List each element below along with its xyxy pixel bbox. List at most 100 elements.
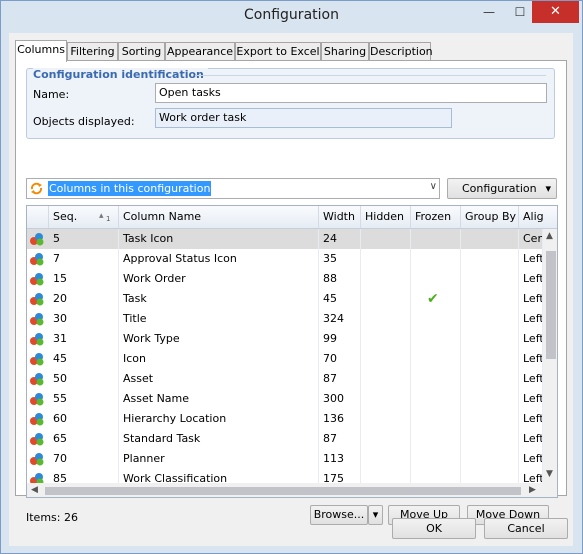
cell-seq[interactable]: 7 bbox=[49, 249, 119, 269]
cell-group-by[interactable] bbox=[461, 389, 519, 409]
cell-seq[interactable]: 70 bbox=[49, 449, 119, 469]
cell-column-name[interactable]: Task Icon bbox=[119, 229, 319, 249]
cell-width[interactable]: 300 bbox=[319, 389, 361, 409]
cell-group-by[interactable] bbox=[461, 349, 519, 369]
columns-grid[interactable]: Seq. ▴ 1 Column Name Width Hidden Frozen… bbox=[26, 205, 558, 498]
cell-seq[interactable]: 30 bbox=[49, 309, 119, 329]
cell-alignment[interactable]: Left bbox=[519, 389, 543, 409]
header-alignment[interactable]: Alig bbox=[519, 206, 557, 228]
cell-width[interactable]: 45 bbox=[319, 289, 361, 309]
close-button[interactable]: ✕ bbox=[532, 1, 579, 23]
cell-seq[interactable]: 60 bbox=[49, 409, 119, 429]
cell-seq[interactable]: 15 bbox=[49, 269, 119, 289]
ok-button[interactable]: OK bbox=[392, 518, 476, 539]
cancel-button[interactable]: Cancel bbox=[484, 518, 568, 539]
cell-hidden[interactable] bbox=[361, 249, 411, 269]
vertical-scroll-thumb[interactable] bbox=[546, 251, 556, 359]
table-row[interactable]: 45 Icon 70 Left bbox=[27, 349, 543, 369]
cell-alignment[interactable]: Left bbox=[519, 289, 543, 309]
cell-frozen[interactable] bbox=[411, 449, 461, 469]
cell-frozen[interactable] bbox=[411, 309, 461, 329]
tab-export-to-excel[interactable]: Export to Excel bbox=[235, 42, 321, 61]
horizontal-scroll-thumb[interactable] bbox=[45, 487, 521, 495]
cell-frozen[interactable] bbox=[411, 349, 461, 369]
table-row[interactable]: 50 Asset 87 Left bbox=[27, 369, 543, 389]
header-column-name[interactable]: Column Name bbox=[119, 206, 319, 228]
cell-column-name[interactable]: Work Type bbox=[119, 329, 319, 349]
cell-column-name[interactable]: Work Order bbox=[119, 269, 319, 289]
cell-hidden[interactable] bbox=[361, 389, 411, 409]
cell-alignment[interactable]: Left bbox=[519, 309, 543, 329]
title-bar[interactable]: Configuration — ☐ ✕ bbox=[1, 1, 582, 33]
cell-column-name[interactable]: Icon bbox=[119, 349, 319, 369]
cell-seq[interactable]: 31 bbox=[49, 329, 119, 349]
table-row[interactable]: 7 Approval Status Icon 35 Left bbox=[27, 249, 543, 269]
cell-group-by[interactable] bbox=[461, 309, 519, 329]
scroll-up-icon[interactable]: ▲ bbox=[546, 231, 553, 241]
cell-alignment[interactable]: Left bbox=[519, 409, 543, 429]
tab-filtering[interactable]: Filtering bbox=[67, 42, 118, 61]
cell-alignment[interactable]: Left bbox=[519, 329, 543, 349]
cell-seq[interactable]: 55 bbox=[49, 389, 119, 409]
configuration-combo[interactable]: Columns in this configuration ∨ bbox=[26, 178, 440, 199]
cell-frozen[interactable] bbox=[411, 369, 461, 389]
cell-alignment[interactable]: Left bbox=[519, 429, 543, 449]
cell-width[interactable]: 324 bbox=[319, 309, 361, 329]
cell-width[interactable]: 87 bbox=[319, 429, 361, 449]
table-row[interactable]: 70 Planner 113 Left bbox=[27, 449, 543, 469]
table-row[interactable]: 31 Work Type 99 Left bbox=[27, 329, 543, 349]
table-row[interactable]: 5Task Icon24 Cent bbox=[27, 229, 543, 249]
cell-frozen[interactable] bbox=[411, 249, 461, 269]
cell-width[interactable]: 136 bbox=[319, 409, 361, 429]
cell-group-by[interactable] bbox=[461, 409, 519, 429]
cell-group-by[interactable] bbox=[461, 369, 519, 389]
table-row[interactable]: 30 Title 324 Left bbox=[27, 309, 543, 329]
cell-hidden[interactable] bbox=[361, 269, 411, 289]
table-row[interactable]: 55 Asset Name 300 Left bbox=[27, 389, 543, 409]
cell-seq[interactable]: 45 bbox=[49, 349, 119, 369]
cell-hidden[interactable] bbox=[361, 409, 411, 429]
cell-column-name[interactable]: Asset bbox=[119, 369, 319, 389]
cell-group-by[interactable] bbox=[461, 329, 519, 349]
cell-frozen[interactable]: ✔ bbox=[411, 289, 461, 309]
tab-appearance[interactable]: Appearance bbox=[165, 42, 235, 61]
cell-hidden[interactable] bbox=[361, 369, 411, 389]
horizontal-scrollbar[interactable]: ◀ ▶ bbox=[27, 483, 543, 497]
cell-width[interactable]: 113 bbox=[319, 449, 361, 469]
cell-alignment[interactable]: Left bbox=[519, 269, 543, 289]
minimize-button[interactable]: — bbox=[475, 1, 503, 23]
cell-group-by[interactable] bbox=[461, 429, 519, 449]
tab-columns[interactable]: Columns bbox=[15, 40, 67, 62]
cell-alignment[interactable]: Left bbox=[519, 249, 543, 269]
cell-width[interactable]: 99 bbox=[319, 329, 361, 349]
cell-group-by[interactable] bbox=[461, 229, 519, 249]
cell-hidden[interactable] bbox=[361, 289, 411, 309]
cell-group-by[interactable] bbox=[461, 289, 519, 309]
cell-frozen[interactable] bbox=[411, 389, 461, 409]
table-row[interactable]: 15 Work Order 88 Left bbox=[27, 269, 543, 289]
cell-seq[interactable]: 5 bbox=[49, 229, 119, 249]
cell-seq[interactable]: 65 bbox=[49, 429, 119, 449]
browse-dropdown-button[interactable]: ▾ bbox=[368, 505, 383, 525]
cell-width[interactable]: 35 bbox=[319, 249, 361, 269]
scroll-down-icon[interactable]: ▼ bbox=[546, 469, 553, 479]
cell-column-name[interactable]: Standard Task bbox=[119, 429, 319, 449]
cell-seq[interactable]: 50 bbox=[49, 369, 119, 389]
chevron-down-icon[interactable]: ∨ bbox=[430, 181, 437, 192]
table-row[interactable]: 20 Task 45 ✔ Left bbox=[27, 289, 543, 309]
cell-alignment[interactable]: Left bbox=[519, 349, 543, 369]
tab-sorting[interactable]: Sorting bbox=[118, 42, 165, 61]
cell-frozen[interactable] bbox=[411, 429, 461, 449]
cell-column-name[interactable]: Task bbox=[119, 289, 319, 309]
cell-width[interactable]: 70 bbox=[319, 349, 361, 369]
cell-hidden[interactable] bbox=[361, 349, 411, 369]
cell-hidden[interactable] bbox=[361, 429, 411, 449]
cell-width[interactable]: 87 bbox=[319, 369, 361, 389]
vertical-scrollbar[interactable]: ▲ ▼ bbox=[543, 229, 557, 483]
browse-button[interactable]: Browse... bbox=[310, 505, 368, 525]
cell-column-name[interactable]: Approval Status Icon bbox=[119, 249, 319, 269]
cell-group-by[interactable] bbox=[461, 269, 519, 289]
scroll-right-icon[interactable]: ▶ bbox=[529, 485, 536, 495]
cell-column-name[interactable]: Asset Name bbox=[119, 389, 319, 409]
cell-group-by[interactable] bbox=[461, 449, 519, 469]
